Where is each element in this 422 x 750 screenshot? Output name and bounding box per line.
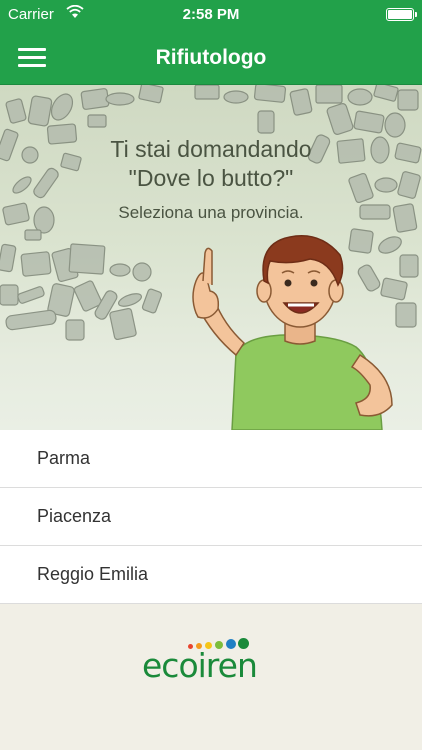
hero-banner: Ti stai domandando "Dove lo butto?" Sele…	[0, 85, 422, 430]
hero-subtitle: Seleziona una provincia.	[118, 203, 304, 222]
battery-icon	[386, 8, 417, 21]
nav-bar: Rifiutologo	[0, 30, 422, 85]
hero-title: Ti stai domandando "Dove lo butto?"	[0, 135, 422, 193]
status-bar: Carrier 2:58 PM	[0, 0, 422, 30]
province-list: Parma Piacenza Reggio Emilia	[0, 430, 422, 604]
hero-title-line-1: Ti stai domandando	[110, 136, 312, 162]
clock: 2:58 PM	[182, 6, 240, 23]
province-item-parma[interactable]: Parma	[0, 430, 422, 488]
app-title: Rifiutologo	[155, 46, 267, 69]
ecoiren-logo: ecoiren	[142, 638, 282, 688]
logo-text: ecoiren	[142, 646, 258, 685]
province-item-piacenza[interactable]: Piacenza	[0, 488, 422, 546]
footer: ecoiren	[0, 604, 422, 750]
hero-title-line-2: "Dove lo butto?"	[128, 165, 294, 191]
province-item-reggio-emilia[interactable]: Reggio Emilia	[0, 546, 422, 604]
boy-character	[192, 235, 393, 430]
